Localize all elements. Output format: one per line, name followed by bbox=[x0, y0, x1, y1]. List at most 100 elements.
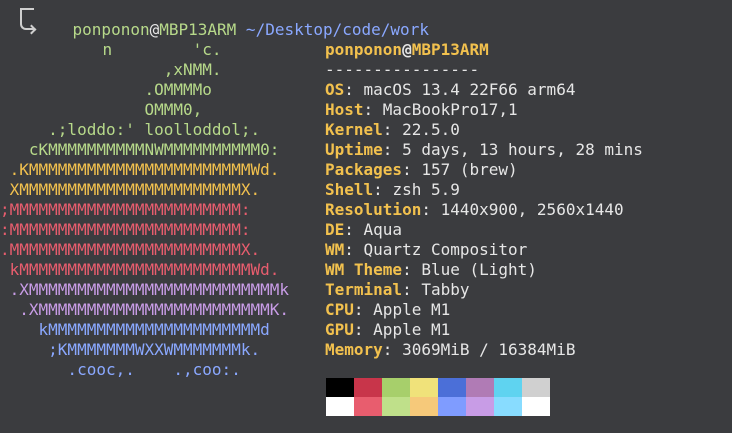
info-row: Memory: 3069MiB / 16384MiB bbox=[325, 340, 643, 360]
logo-line: .MMMMMMMMMMMMMMMMMMMMMMMMX. bbox=[0, 240, 261, 259]
prompt-host: MBP13ARM bbox=[159, 20, 237, 39]
logo-line: kMMMMMMMMMMMMMMMMMMMMMMMMWd. bbox=[0, 260, 280, 279]
info-row: Uptime: 5 days, 13 hours, 28 mins bbox=[325, 140, 643, 160]
terminal-window[interactable]: ponponon@MBP13ARM ~/Desktop/code/work n … bbox=[0, 0, 732, 433]
logo-line: XMMMMMMMMMMMMMMMMMMMMMMMX. bbox=[0, 180, 261, 199]
color-swatch bbox=[522, 397, 550, 416]
logo-line: OMMM0, bbox=[0, 100, 203, 119]
command-line[interactable]: n bbox=[22, 20, 113, 59]
info-key: Shell bbox=[325, 180, 374, 199]
info-row: CPU: Apple M1 bbox=[325, 300, 643, 320]
info-host: MBP13ARM bbox=[411, 40, 489, 59]
logo-line: .XMMMMMMMMMMMMMMMMMMMMMMMMMMk bbox=[0, 280, 289, 299]
info-row: OS: macOS 13.4 22F66 arm64 bbox=[325, 80, 643, 100]
palette-row-bright bbox=[326, 397, 550, 416]
color-palette bbox=[326, 378, 550, 416]
logo-line: .OMMMMo bbox=[0, 80, 212, 99]
color-swatch bbox=[382, 378, 410, 397]
info-value: MacBookPro17,1 bbox=[382, 100, 518, 119]
info-colon: : bbox=[344, 80, 364, 99]
info-key: DE bbox=[325, 220, 345, 239]
info-row: WM: Quartz Compositor bbox=[325, 240, 643, 260]
info-separator: ---------------- bbox=[325, 60, 480, 79]
info-key: GPU bbox=[325, 320, 354, 339]
logo-line: ;MMMMMMMMMMMMMMMMMMMMMMMM: bbox=[0, 200, 251, 219]
info-row: Resolution: 1440x900, 2560x1440 bbox=[325, 200, 643, 220]
info-colon: : bbox=[402, 260, 422, 279]
info-colon: : bbox=[353, 300, 374, 319]
color-swatch bbox=[326, 397, 354, 416]
info-colon: : bbox=[421, 200, 441, 219]
color-swatch bbox=[410, 378, 438, 397]
logo-line: kMMMMMMMMMMMMMMMMMMMMMMd bbox=[0, 320, 270, 339]
info-value: 3069MiB / 16384MiB bbox=[402, 340, 576, 359]
color-swatch bbox=[466, 397, 494, 416]
info-colon: : bbox=[402, 160, 422, 179]
prompt-line: ponponon@MBP13ARM ~/Desktop/code/work bbox=[22, 0, 429, 39]
info-key: Resolution bbox=[325, 200, 422, 219]
color-swatch bbox=[522, 378, 550, 397]
logo-line: ,xNMM. bbox=[0, 60, 222, 79]
info-value: Blue (Light) bbox=[421, 260, 537, 279]
color-swatch bbox=[494, 378, 522, 397]
logo-line: ;KMMMMMMMWXXWMMMMMMMk. bbox=[0, 340, 261, 359]
info-key: Kernel bbox=[325, 120, 383, 139]
info-row: WM Theme: Blue (Light) bbox=[325, 260, 643, 280]
info-value: Tabby bbox=[421, 280, 470, 299]
color-swatch bbox=[354, 397, 382, 416]
color-swatch bbox=[438, 397, 466, 416]
info-value: 5 days, 13 hours, 28 mins bbox=[402, 140, 643, 159]
info-row: Terminal: Tabby bbox=[325, 280, 643, 300]
info-row: DE: Aqua bbox=[325, 220, 643, 240]
info-row: Host: MacBookPro17,1 bbox=[325, 100, 643, 120]
info-key: CPU bbox=[325, 300, 354, 319]
logo-line: 'c. bbox=[0, 40, 222, 59]
info-user: ponponon bbox=[325, 40, 403, 59]
info-value: 1440x900, 2560x1440 bbox=[440, 200, 624, 219]
info-key: WM Theme bbox=[325, 260, 403, 279]
info-value: macOS 13.4 22F66 arm64 bbox=[363, 80, 576, 99]
color-swatch bbox=[326, 378, 354, 397]
info-value: Apple M1 bbox=[373, 300, 451, 319]
info-at: @ bbox=[402, 40, 412, 59]
color-swatch bbox=[354, 378, 382, 397]
system-info: ponponon@MBP13ARM ---------------- OS: m… bbox=[325, 40, 643, 360]
info-key: Memory bbox=[325, 340, 383, 359]
color-swatch bbox=[494, 397, 522, 416]
logo-line: .XMMMMMMMMMMMMMMMMMMMMMMMMK. bbox=[0, 300, 289, 319]
info-colon: : bbox=[344, 240, 364, 259]
info-value: 22.5.0 bbox=[402, 120, 460, 139]
logo-line: :MMMMMMMMMMMMMMMMMMMMMMMM: bbox=[0, 220, 251, 239]
info-key: Host bbox=[325, 100, 364, 119]
info-key: WM bbox=[325, 240, 345, 259]
info-colon: : bbox=[402, 280, 422, 299]
info-value: 157 (brew) bbox=[421, 160, 518, 179]
logo-line: .KMMMMMMMMMMMMMMMMMMMMMMMWd. bbox=[0, 160, 280, 179]
info-value: zsh 5.9 bbox=[392, 180, 460, 199]
info-key: Packages bbox=[325, 160, 403, 179]
palette-row-normal bbox=[326, 378, 550, 397]
prompt-path: ~/Desktop/code/work bbox=[236, 20, 429, 39]
info-colon: : bbox=[344, 220, 364, 239]
info-key: Uptime bbox=[325, 140, 383, 159]
info-value: Aqua bbox=[363, 220, 403, 239]
info-title: ponponon@MBP13ARM bbox=[325, 40, 643, 60]
info-value: Apple M1 bbox=[373, 320, 451, 339]
info-row: Shell: zsh 5.9 bbox=[325, 180, 643, 200]
info-colon: : bbox=[353, 320, 374, 339]
info-row: GPU: Apple M1 bbox=[325, 320, 643, 340]
color-swatch bbox=[466, 378, 494, 397]
color-swatch bbox=[438, 378, 466, 397]
logo-line: cKMMMMMMMMMMNWMMMMMMMMMM0: bbox=[0, 140, 280, 159]
apple-logo-ascii: 'c. ,xNMM. .OMMMMo OMMM0, .;loddo:' lool… bbox=[0, 40, 310, 380]
color-swatch bbox=[410, 397, 438, 416]
logo-line: .cooc,. .,coo:. bbox=[0, 360, 241, 379]
color-swatch bbox=[382, 397, 410, 416]
logo-line: .;loddo:' loolloddol;. bbox=[0, 120, 261, 139]
info-colon: : bbox=[363, 100, 383, 119]
info-colon: : bbox=[382, 140, 403, 159]
info-key: OS bbox=[325, 80, 345, 99]
info-key: Terminal bbox=[325, 280, 403, 299]
prompt-at: @ bbox=[149, 20, 160, 39]
info-value: Quartz Compositor bbox=[363, 240, 528, 259]
